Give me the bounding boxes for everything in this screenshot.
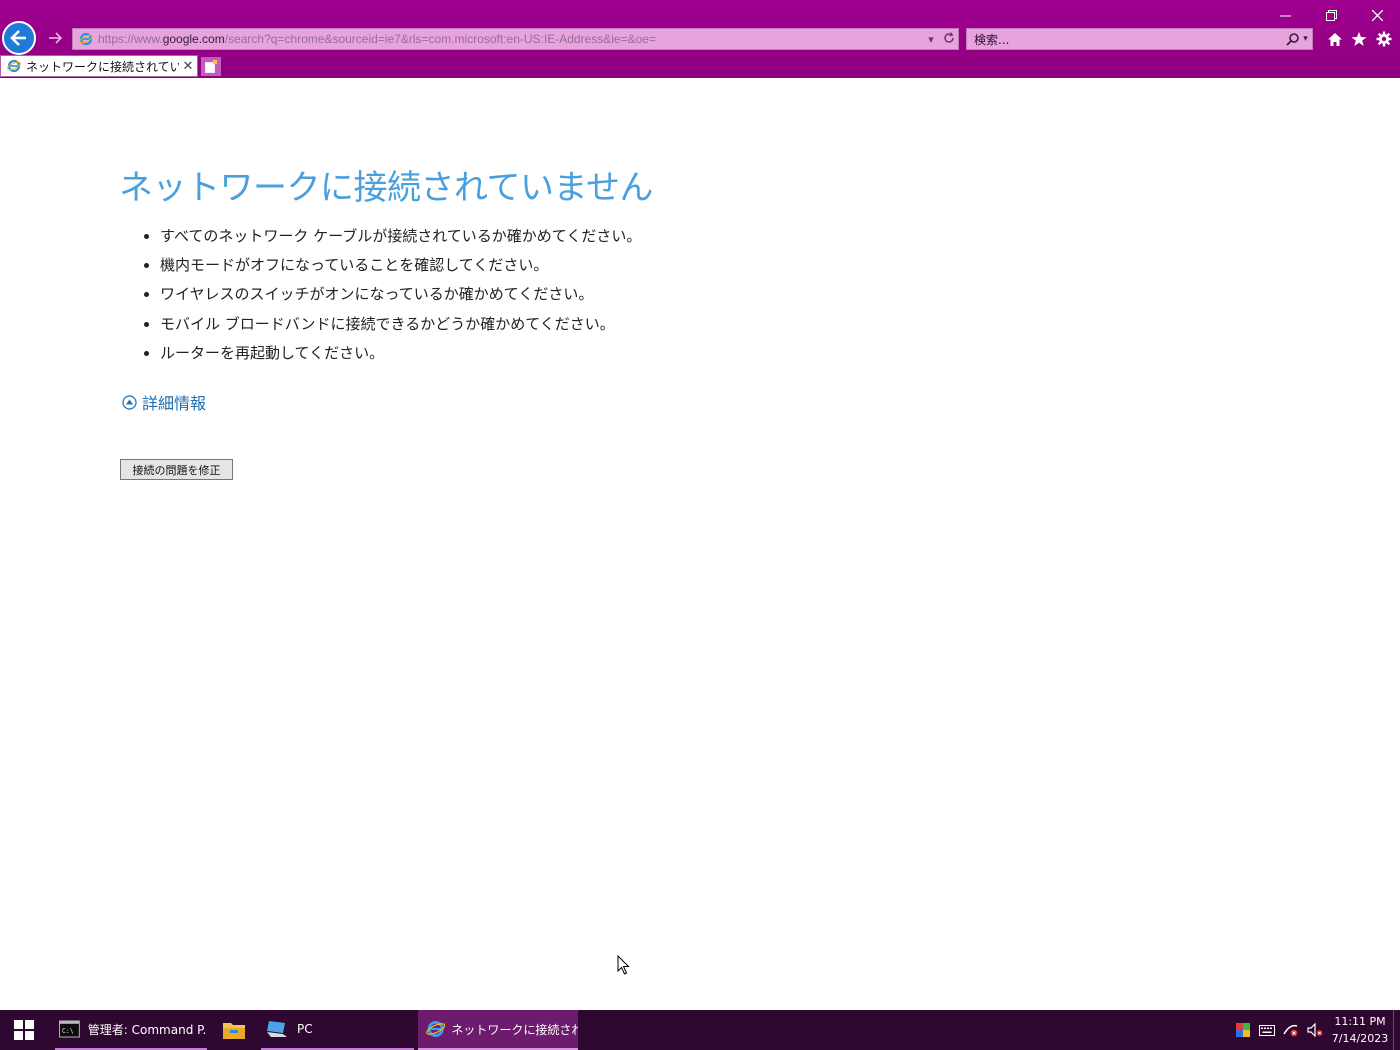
clock-date: 7/14/2023 <box>1331 1032 1389 1045</box>
back-button[interactable] <box>2 21 36 55</box>
folder-icon <box>223 1023 245 1039</box>
chevron-down-icon[interactable]: ▾ <box>1303 34 1308 44</box>
start-button[interactable] <box>0 1010 48 1050</box>
forward-arrow-icon <box>49 32 63 44</box>
tab-active[interactable]: ネットワークに接続されていません ✕ <box>0 55 198 77</box>
chevron-up-circle-icon <box>122 394 137 410</box>
search-placeholder: 検索... <box>974 32 1010 47</box>
details-link[interactable]: 詳細情報 <box>142 390 206 414</box>
list-item: すべてのネットワーク ケーブルが接続されているか確かめてください。 <box>160 222 760 251</box>
details-toggle[interactable]: 詳細情報 <box>122 390 206 414</box>
mouse-cursor-icon <box>617 955 630 975</box>
search-icon[interactable]: ▾ <box>1282 32 1312 46</box>
favorites-star-icon[interactable] <box>1348 28 1370 50</box>
gear-icon[interactable] <box>1373 28 1395 50</box>
restore-icon[interactable] <box>1308 4 1354 26</box>
close-tab-icon[interactable]: ✕ <box>179 59 197 74</box>
fix-connection-button[interactable]: 接続の問題を修正 <box>120 459 233 480</box>
windows-logo-icon <box>14 1020 34 1040</box>
taskbar-item-internet-explorer[interactable]: ネットワークに接続され... <box>418 1010 578 1050</box>
back-arrow-icon <box>10 30 26 46</box>
taskbar-item-label: 管理者: Command P... <box>87 1022 207 1037</box>
url-text: https://www.google.com/search?q=chrome&s… <box>98 32 656 46</box>
taskbar-item-label: ネットワークに接続され... <box>451 1022 578 1037</box>
home-icon[interactable] <box>1324 28 1346 50</box>
tab-title: ネットワークに接続されていません <box>26 59 179 74</box>
color-tray-icon[interactable] <box>1231 1010 1255 1050</box>
browser-toolbar: https://www.google.com/search?q=chrome&s… <box>0 0 1400 78</box>
new-tab-icon <box>205 60 217 73</box>
taskbar-item-file-explorer[interactable] <box>214 1010 254 1050</box>
show-desktop-button[interactable] <box>1393 1010 1400 1050</box>
forward-button[interactable] <box>46 30 64 48</box>
page-content: ネットワークに接続されていません すべてのネットワーク ケーブルが接続されている… <box>0 78 1400 1010</box>
taskbar-item-label: PC <box>297 1022 313 1036</box>
network-disconnected-icon[interactable] <box>1279 1010 1303 1050</box>
taskbar: C:\ 管理者: Command P... PC ネットワークに接続され... <box>0 1010 1400 1050</box>
minimize-icon[interactable] <box>1262 4 1308 26</box>
system-tray: 11:11 PM 7/14/2023 <box>1231 1010 1400 1050</box>
new-tab-button[interactable] <box>201 57 221 76</box>
ie-logo-icon <box>426 1020 446 1038</box>
command-prompt-icon: C:\ <box>59 1020 80 1038</box>
address-bar[interactable]: https://www.google.com/search?q=chrome&s… <box>72 28 959 50</box>
troubleshooting-list: すべてのネットワーク ケーブルが接続されているか確かめてください。 機内モードが… <box>140 222 760 368</box>
page-title: ネットワークに接続されていません <box>119 168 653 208</box>
clock-time: 11:11 PM <box>1334 1015 1386 1028</box>
list-item: ルーターを再起動してください。 <box>160 339 760 368</box>
ie-logo-icon <box>7 59 21 73</box>
close-window-icon[interactable] <box>1354 4 1400 26</box>
clock[interactable]: 11:11 PM 7/14/2023 <box>1327 1013 1393 1047</box>
list-item: ワイヤレスのスイッチがオンになっているか確かめてください。 <box>160 280 760 309</box>
chevron-down-icon[interactable]: ▾ <box>922 33 940 46</box>
ie-logo-icon <box>79 32 93 46</box>
svg-text:C:\: C:\ <box>62 1027 74 1035</box>
taskbar-item-pc[interactable]: PC <box>261 1010 414 1050</box>
volume-muted-icon[interactable] <box>1303 1010 1327 1050</box>
refresh-icon[interactable] <box>940 31 958 47</box>
computer-icon <box>267 1021 287 1037</box>
list-item: モバイル ブロードバンドに接続できるかどうか確かめてください。 <box>160 310 760 339</box>
window-controls <box>1262 4 1400 26</box>
list-item: 機内モードがオフになっていることを確認してください。 <box>160 251 760 280</box>
search-box[interactable]: 検索... ▾ <box>966 28 1313 50</box>
taskbar-item-command-prompt[interactable]: C:\ 管理者: Command P... <box>55 1010 207 1050</box>
keyboard-icon[interactable] <box>1255 1010 1279 1050</box>
